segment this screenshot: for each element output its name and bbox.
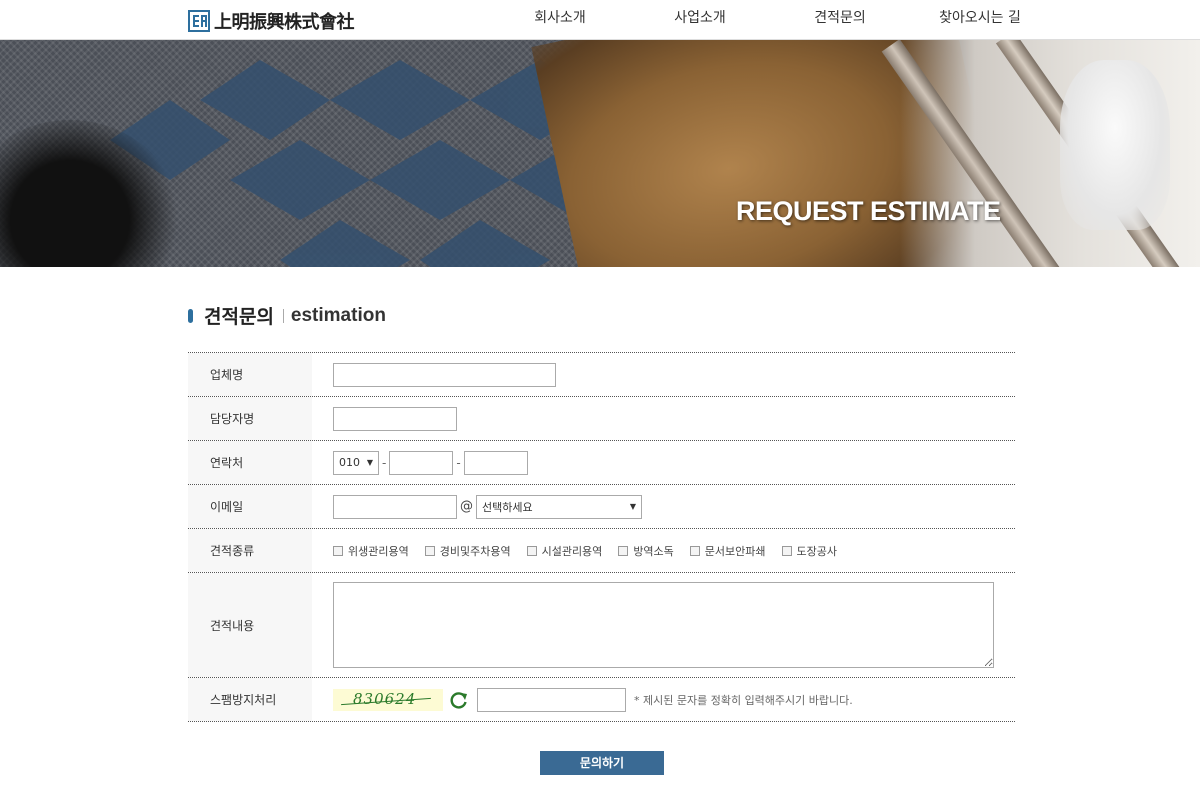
phone-separator: - xyxy=(382,455,387,470)
section-title-en: estimation xyxy=(290,304,386,326)
title-divider xyxy=(282,308,284,323)
refresh-icon[interactable] xyxy=(449,690,469,710)
checkbox[interactable] xyxy=(781,545,792,556)
type-option[interactable]: 도장공사 xyxy=(781,543,837,559)
logo[interactable]: 上明振興株式會社 xyxy=(188,8,355,34)
company-name: 上明振興株式會社 xyxy=(214,12,355,33)
checkbox[interactable] xyxy=(333,545,343,556)
type-option[interactable]: 문서보안파쇄 xyxy=(689,543,766,559)
type-option[interactable]: 시설관리용역 xyxy=(526,543,602,559)
email-at-sign: @ xyxy=(460,499,473,514)
nav-item-company[interactable]: 회사소개 xyxy=(490,0,630,38)
checkbox[interactable] xyxy=(424,545,435,556)
email-domain-value: 선택하세요 xyxy=(482,500,533,514)
checkbox[interactable] xyxy=(618,545,629,556)
dropdown-arrow-icon: ▼ xyxy=(629,502,636,511)
phone-separator: - xyxy=(456,455,461,470)
email-label: 이메일 xyxy=(188,485,312,528)
section-title: 견적문의 estimation xyxy=(188,302,386,329)
form-row-phone: 연락처 010 ▼ - - xyxy=(188,441,1015,485)
company-logo-icon xyxy=(188,10,210,32)
phone-prefix-select[interactable]: 010 ▼ xyxy=(333,450,379,475)
captcha-image: 830624 xyxy=(333,688,443,711)
content-textarea[interactable] xyxy=(333,582,994,668)
section-title-ko: 견적문의 xyxy=(204,306,274,328)
manager-input[interactable] xyxy=(333,406,457,431)
form-row-content: 견적내용 xyxy=(188,573,1015,678)
type-option[interactable]: 방역소독 xyxy=(618,543,674,559)
email-id-input[interactable] xyxy=(333,494,457,519)
checkbox[interactable] xyxy=(526,545,537,556)
nav-item-estimate[interactable]: 견적문의 xyxy=(770,0,910,38)
form-row-company: 업체명 xyxy=(188,353,1015,397)
phone-prefix-value: 010 xyxy=(339,456,360,469)
spam-label: 스팸방지처리 xyxy=(188,678,312,721)
content-label: 견적내용 xyxy=(188,573,312,677)
banner-image-glove xyxy=(1060,60,1170,230)
dropdown-arrow-icon: ▼ xyxy=(366,458,373,467)
form-row-spam: 스팸방지처리 830624 * 제시된 문자를 정확히 입력해주시기 바랍니다. xyxy=(188,678,1015,722)
site-header: 上明振興株式會社 회사소개 사업소개 견적문의 찾아오시는 길 xyxy=(0,0,1200,40)
form-row-type: 견적종류 위생관리용역 경비및주차용역 시설관리용역 방역소독 문서보안파쇄 도… xyxy=(188,529,1015,573)
type-label: 견적종류 xyxy=(188,529,312,572)
phone-last-input[interactable] xyxy=(463,450,528,475)
type-option[interactable]: 위생관리용역 xyxy=(333,543,409,559)
form-row-manager: 담당자명 xyxy=(188,397,1015,441)
captcha-note: * 제시된 문자를 정확히 입력해주시기 바랍니다. xyxy=(634,693,853,707)
checkbox[interactable] xyxy=(689,545,700,556)
estimate-form: 업체명 담당자명 연락처 010 ▼ - - 이메일 @ 선택하세요 ▼ 견적종… xyxy=(188,352,1015,722)
submit-button[interactable]: 문의하기 xyxy=(540,751,664,775)
phone-label: 연락처 xyxy=(188,441,312,484)
phone-middle-input[interactable] xyxy=(389,450,454,475)
captcha-input[interactable] xyxy=(477,687,626,712)
company-label: 업체명 xyxy=(188,353,312,396)
type-option[interactable]: 경비및주차용역 xyxy=(424,543,511,559)
form-row-email: 이메일 @ 선택하세요 ▼ xyxy=(188,485,1015,529)
manager-label: 담당자명 xyxy=(188,397,312,440)
main-nav: 회사소개 사업소개 견적문의 찾아오시는 길 xyxy=(490,0,1050,38)
nav-item-business[interactable]: 사업소개 xyxy=(630,0,770,38)
email-domain-select[interactable]: 선택하세요 ▼ xyxy=(476,494,642,519)
company-input[interactable] xyxy=(333,362,556,387)
nav-item-location[interactable]: 찾아오시는 길 xyxy=(910,0,1050,38)
hero-banner: REQUEST ESTIMATE xyxy=(0,40,1200,267)
title-bullet-icon xyxy=(188,308,193,323)
banner-title: REQUEST ESTIMATE xyxy=(736,196,1001,226)
